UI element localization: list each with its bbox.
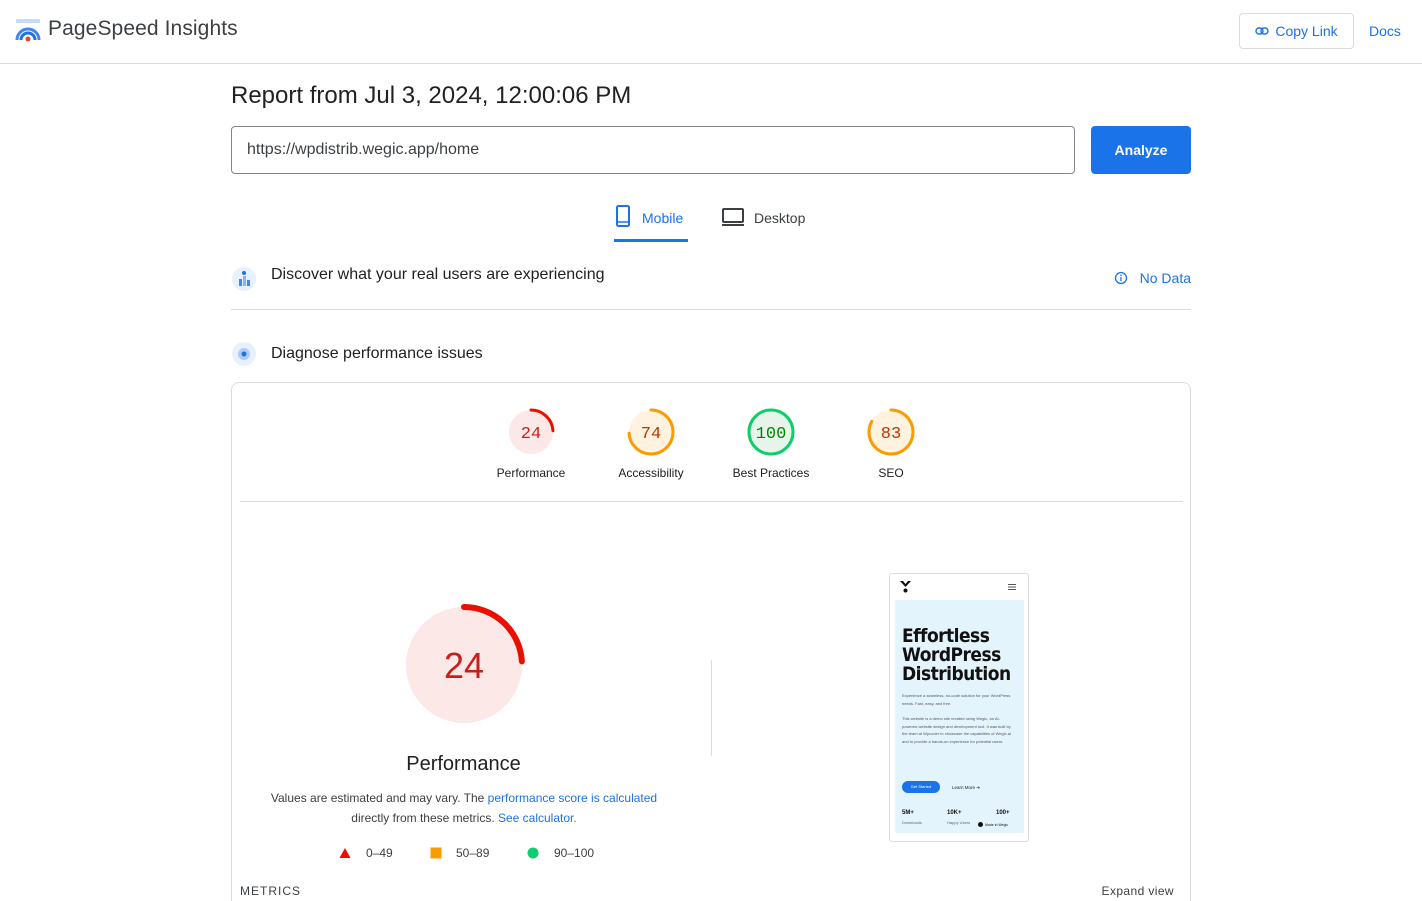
top-bar: PageSpeed Insights Copy Link Docs [0,0,1422,64]
wegic-dot-icon [978,822,983,827]
green-circle-icon [527,847,539,859]
mobile-phone-icon [616,205,630,227]
expand-view-toggle[interactable]: Expand view [1102,884,1174,898]
see-calculator-link[interactable]: See calculator. [498,811,577,825]
tab-desktop[interactable]: Desktop [722,204,812,242]
copy-link-label: Copy Link [1275,23,1338,39]
score-label-best-practices: Best Practices [732,466,810,480]
screenshot-made-badge: Made in Wegic [978,822,1008,827]
score-value-best-practices: 100 [756,425,787,444]
legend-pass-label: 90–100 [554,846,595,860]
site-logo-icon [900,581,911,593]
link-icon [1255,27,1270,35]
score-value-accessibility: 74 [641,425,661,444]
screenshot-body: This website is a demo site created usin… [902,716,1011,744]
score-value-performance: 24 [521,425,541,444]
score-ring-best-practices: 100 [747,408,795,456]
score-ring-seo: 83 [867,408,915,456]
score-calculated-link[interactable]: performance score is calculated [488,791,657,805]
score-gauge-performance[interactable]: 24 Performance [481,407,581,480]
field-data-section: Discover what your real users are experi… [231,259,1191,310]
screenshot-cta-button: Get Started [902,781,940,793]
screenshot-stat-1: 5M+ [902,810,914,816]
performance-title: Performance [406,753,521,775]
info-icon [1114,271,1127,285]
screenshot-stat-2: 10K+ [947,810,962,816]
metrics-heading: METRICS [240,884,301,898]
lighthouse-report-card: 24 Performance 74 Accessibility 100 Best Prac… [231,382,1191,901]
users-chart-icon [232,267,256,291]
page-screenshot[interactable]: Effortless WordPress Distribution Experi… [889,573,1029,842]
note-text-2: directly from these metrics. [351,811,498,825]
red-triangle-icon [339,848,351,858]
url-input[interactable] [231,126,1075,174]
score-ring-performance: 24 [507,408,555,456]
legend-fail-label: 0–49 [366,846,393,860]
score-value-seo: 83 [881,425,901,444]
copy-link-button[interactable]: Copy Link [1239,13,1354,49]
hamburger-menu-icon [1008,584,1016,590]
legend-pass: 90–100 [527,846,594,860]
screenshot-learn-more: Learn More ➔ [952,785,981,790]
performance-big-gauge: 24 [406,604,525,723]
screenshot-stat-2-label: Happy Users [947,820,971,825]
diagnose-section: Diagnose performance issues [231,334,1191,374]
screenshot-hero-title: Effortless WordPress Distribution [902,627,1011,684]
screenshot-stat-3: 100+ [996,810,1010,816]
pagespeed-logo-icon[interactable] [14,16,42,44]
diagnose-title: Diagnose performance issues [271,345,483,362]
brand-title: PageSpeed Insights [48,17,238,40]
legend-average-label: 50–89 [456,846,490,860]
screenshot-nav [890,574,1028,598]
vertical-divider [711,660,712,756]
score-ring-accessibility: 74 [627,408,675,456]
analyze-button[interactable]: Analyze [1091,126,1191,174]
tab-mobile-label: Mobile [642,210,684,226]
score-gauges: 24 Performance 74 Accessibility 100 Best Prac… [232,407,1190,502]
score-gauge-seo[interactable]: 83 SEO [841,407,941,480]
tab-desktop-label: Desktop [754,210,806,226]
report-title: Report from Jul 3, 2024, 12:00:06 PM [231,82,632,109]
no-data-label: No Data [1139,270,1191,286]
score-label-accessibility: Accessibility [618,466,684,480]
score-gauge-best-practices[interactable]: 100 Best Practices [721,407,821,480]
no-data-link[interactable]: No Data [1114,270,1191,286]
score-gauge-accessibility[interactable]: 74 Accessibility [601,407,701,480]
screenshot-stat-1-label: Downloads [902,820,922,825]
legend-average: 50–89 [430,846,489,860]
diagnose-target-icon [232,342,256,366]
hero-title-line-3: Distribution [902,663,1011,685]
tab-mobile[interactable]: Mobile [614,204,688,242]
note-text-1: Values are estimated and may vary. The [270,791,488,805]
field-data-title: Discover what your real users are experi… [271,266,605,283]
screenshot-subtitle: Experience a seamless, no-code solution … [902,693,1011,706]
score-label-performance: Performance [496,466,566,480]
legend-fail: 0–49 [339,846,393,860]
desktop-monitor-icon [722,208,744,226]
orange-square-icon [430,847,442,859]
performance-big-score: 24 [444,645,484,686]
made-with-label: Made in Wegic [985,822,1009,827]
score-label-seo: SEO [878,466,904,480]
gauge-divider [240,501,1183,502]
docs-link[interactable]: Docs [1369,23,1401,39]
performance-note: Values are estimated and may vary. The p… [262,788,666,828]
